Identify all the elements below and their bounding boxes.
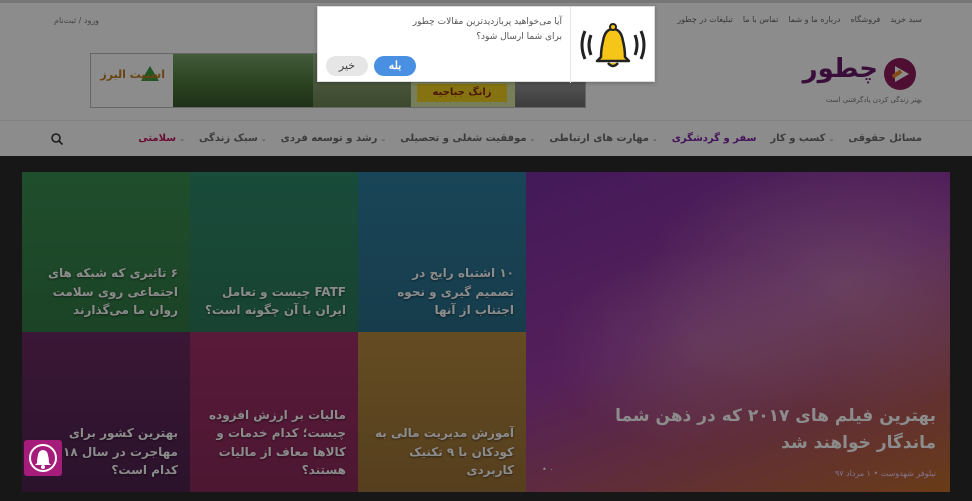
popup-bell-panel (570, 7, 654, 83)
bell-icon (29, 444, 57, 472)
page: تبلیغات در چطور تماس با ما درباره ما و ش… (0, 0, 972, 501)
yes-button[interactable]: بله (374, 56, 416, 76)
no-button[interactable]: خیر (326, 56, 368, 76)
subscribe-popup: آیا می‌خواهید پربازدیدترین مقالات چطور ب… (317, 6, 655, 83)
bell-icon (580, 23, 646, 68)
popup-message: آیا می‌خواهید پربازدیدترین مقالات چطور ب… (412, 17, 562, 43)
notification-bell-button[interactable] (24, 440, 62, 476)
